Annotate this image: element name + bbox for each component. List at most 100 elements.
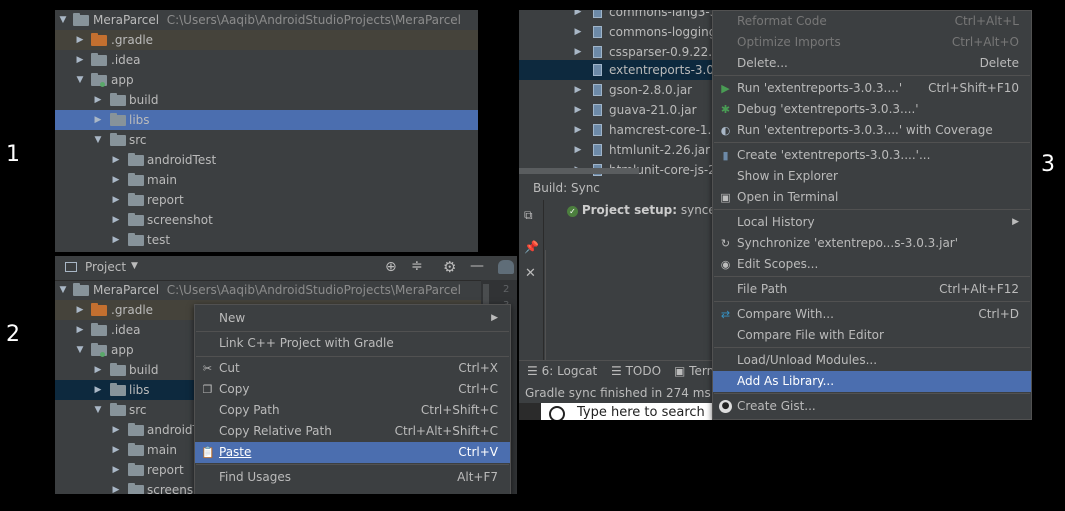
dropdown-arrow-icon[interactable]: ▼ [131, 261, 138, 271]
tree-item-idea[interactable]: ▶ .idea [55, 50, 478, 70]
menu-item-paste[interactable]: 📋 Paste Ctrl+V [195, 442, 510, 463]
expand-arrow-icon[interactable]: ▶ [573, 140, 583, 160]
tree-item-main[interactable]: ▶ main [55, 170, 478, 190]
close-icon[interactable]: ✕ [525, 266, 536, 281]
step-number-1: 1 [6, 142, 20, 167]
menu-item-open-in-terminal[interactable]: ▣ Open in Terminal [713, 187, 1031, 208]
expand-arrow-icon[interactable]: ▶ [573, 80, 583, 100]
menu-item-debug[interactable]: ✱ Debug 'extentreports-3.0.3....' [713, 99, 1031, 120]
menu-item-synchronize[interactable]: ↻ Synchronize 'extentrepo...s-3.0.3.jar' [713, 233, 1031, 254]
copy-icon: ❐ [202, 383, 213, 396]
tree-item-screenshot[interactable]: ▶ screenshot [55, 210, 478, 230]
expand-arrow-icon[interactable]: ▶ [111, 460, 121, 480]
menu-item-copy-relative-path[interactable]: Copy Relative Path Ctrl+Alt+Shift+C [195, 421, 510, 442]
gradle-elephant-icon[interactable] [498, 260, 514, 274]
expand-arrow-icon[interactable]: ▶ [111, 480, 121, 494]
jar-item[interactable]: ▶ cssparser-0.9.22.jar [519, 42, 728, 62]
menu-item-run[interactable]: ▶ Run 'extentreports-3.0.3....' Ctrl+Shift… [713, 78, 1031, 99]
collapse-arrow-icon[interactable]: ▼ [93, 130, 103, 150]
collapse-all-icon[interactable]: ≑ [411, 258, 423, 274]
expand-arrow-icon[interactable]: ▶ [75, 30, 85, 50]
tree-item-label: app [111, 73, 134, 87]
tree-item-app[interactable]: ▼ app [55, 70, 478, 90]
menu-item-link-cpp[interactable]: Link C++ Project with Gradle [195, 333, 510, 354]
expand-arrow-icon[interactable]: ▶ [573, 100, 583, 120]
tree-item-build[interactable]: ▶ build [55, 90, 478, 110]
expand-arrow-icon[interactable]: ▶ [93, 380, 103, 400]
expand-arrow-icon[interactable]: ▶ [111, 170, 121, 190]
menu-item-find-usages[interactable]: Find Usages Alt+F7 [195, 467, 510, 488]
expand-arrow-icon[interactable]: ▶ [111, 420, 121, 440]
module-folder-icon [91, 343, 107, 357]
menu-item-add-as-library[interactable]: Add As Library... [713, 371, 1031, 392]
jar-item[interactable]: ▶ hamcrest-core-1.3.j [519, 120, 727, 140]
menu-item-load-unload-modules[interactable]: Load/Unload Modules... [713, 350, 1031, 371]
folder-icon [110, 133, 126, 146]
expand-arrow-icon[interactable]: ▶ [93, 110, 103, 130]
menu-item-create-config[interactable]: ▮ Create 'extentreports-3.0.3....'... [713, 145, 1031, 166]
expand-arrow-icon[interactable]: ▶ [111, 210, 121, 230]
collapse-arrow-icon[interactable]: ▼ [58, 280, 68, 300]
collapse-arrow-icon[interactable]: ▼ [58, 10, 68, 30]
menu-item-run-coverage[interactable]: ◐ Run 'extentreports-3.0.3....' with Cove… [713, 120, 1031, 141]
minimize-icon[interactable]: — [470, 258, 484, 274]
expand-arrow-icon[interactable]: ▶ [573, 22, 583, 42]
expand-arrow-icon[interactable]: ▶ [75, 50, 85, 70]
menu-item-local-history[interactable]: Local History ▶ [713, 212, 1031, 233]
expand-arrow-icon[interactable]: ▶ [75, 300, 85, 320]
tree-item-report[interactable]: ▶ report [55, 190, 478, 210]
jar-item[interactable]: ▶ gson-2.8.0.jar [519, 80, 719, 100]
expand-arrow-icon[interactable]: ▶ [573, 10, 583, 22]
folder-icon [91, 303, 107, 316]
tree-root-row[interactable]: ▼ MeraParcel C:\Users\Aaqib\AndroidStudi… [55, 280, 481, 300]
menu-item-compare-file-editor[interactable]: Compare File with Editor [713, 325, 1031, 346]
module-folder-icon [73, 13, 89, 26]
todo-tab[interactable]: ☰ TODO [611, 364, 661, 378]
collapse-arrow-icon[interactable]: ▼ [93, 400, 103, 420]
expand-arrow-icon[interactable]: ▶ [573, 42, 583, 62]
menu-item-copy-path[interactable]: Copy Path Ctrl+Shift+C [195, 400, 510, 421]
collapse-arrow-icon[interactable]: ▼ [75, 70, 85, 90]
jar-item[interactable]: ▶ commons-logging- [519, 22, 721, 42]
tree-item-androidtest[interactable]: ▶ androidTest [55, 150, 478, 170]
horizontal-scrollbar[interactable] [519, 168, 639, 174]
jar-item-extentreports[interactable]: extentreports-3.0.3.ja [519, 60, 740, 80]
expand-arrow-icon[interactable]: ▶ [111, 230, 121, 250]
tree-item-libs[interactable]: ▶ libs [55, 110, 478, 130]
sync-icon[interactable]: ⧉ [524, 208, 533, 223]
menu-item-compare-with[interactable]: ⇄ Compare With... Ctrl+D [713, 304, 1031, 325]
taskbar-search-input[interactable]: Type here to search [577, 405, 705, 420]
menu-item-create-gist[interactable]: ● Create Gist... [713, 396, 1031, 417]
menu-item-optimize-imports[interactable]: Optimize Imports Ctrl+Alt+O [713, 32, 1031, 53]
menu-item-reformat-code[interactable]: Reformat Code Ctrl+Alt+L [713, 11, 1031, 32]
pin-icon[interactable]: 📌 [524, 240, 539, 254]
tree-item-gradle[interactable]: ▶ .gradle [55, 30, 478, 50]
logcat-tab[interactable]: ☰ 6: Logcat [527, 364, 597, 378]
tree-item-src[interactable]: ▼ src [55, 130, 478, 150]
expand-arrow-icon[interactable]: ▶ [111, 440, 121, 460]
menu-item-edit-scopes[interactable]: ◉ Edit Scopes... [713, 254, 1031, 275]
menu-item-show-in-explorer[interactable]: Show in Explorer [713, 166, 1031, 187]
gear-icon[interactable]: ⚙ [443, 258, 456, 276]
expand-arrow-icon[interactable]: ▶ [93, 90, 103, 110]
build-sync-tab[interactable]: Build: Sync [533, 181, 600, 195]
menu-item-file-path[interactable]: File Path Ctrl+Alt+F12 [713, 279, 1031, 300]
tree-root-row[interactable]: ▼ MeraParcel C:\Users\Aaqib\AndroidStudi… [55, 10, 478, 30]
menu-item-new[interactable]: New ▶ [195, 308, 510, 329]
menu-item-copy[interactable]: ❐ Copy Ctrl+C [195, 379, 510, 400]
project-view-title[interactable]: Project [85, 260, 126, 274]
expand-arrow-icon[interactable]: ▶ [573, 120, 583, 140]
jar-item[interactable]: ▶ commons-lang3-3. [519, 10, 721, 22]
expand-arrow-icon[interactable]: ▶ [93, 360, 103, 380]
jar-item[interactable]: ▶ htmlunit-2.26.jar [519, 140, 719, 160]
jar-item[interactable]: ▶ guava-21.0.jar [519, 100, 719, 120]
expand-arrow-icon[interactable]: ▶ [75, 320, 85, 340]
expand-arrow-icon[interactable]: ▶ [111, 150, 121, 170]
collapse-arrow-icon[interactable]: ▼ [75, 340, 85, 360]
menu-item-cut[interactable]: ✂ Cut Ctrl+X [195, 358, 510, 379]
expand-arrow-icon[interactable]: ▶ [111, 190, 121, 210]
tree-item-test[interactable]: ▶ test [55, 230, 478, 250]
menu-item-delete[interactable]: Delete... Delete [713, 53, 1031, 74]
locate-icon[interactable]: ⊕ [385, 259, 397, 275]
tree-item-label: main [147, 443, 177, 457]
